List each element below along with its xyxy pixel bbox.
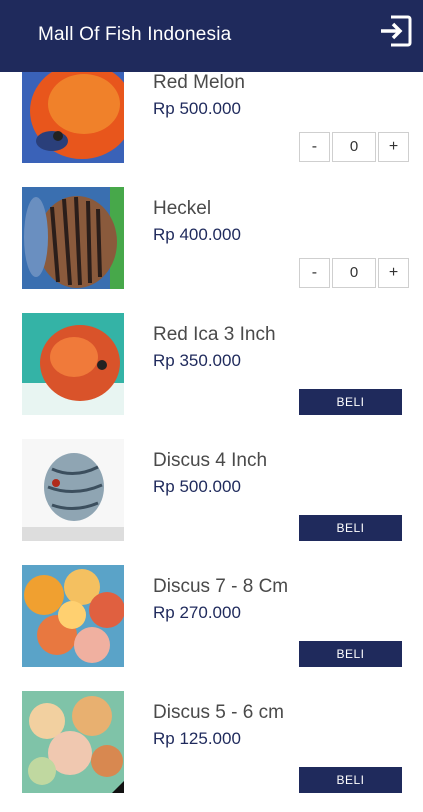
- buy-button[interactable]: BELI: [299, 767, 402, 793]
- increase-button[interactable]: +: [378, 132, 409, 162]
- product-price: Rp 500.000: [153, 477, 241, 496]
- product-item[interactable]: Heckel Rp 400.000 - 0 +: [0, 182, 423, 308]
- product-price: Rp 125.000: [153, 729, 241, 748]
- product-image: [22, 691, 124, 793]
- buy-button[interactable]: BELI: [299, 641, 402, 667]
- quantity-stepper[interactable]: - 0 +: [299, 132, 409, 162]
- product-price: Rp 270.000: [153, 603, 241, 622]
- quantity-value[interactable]: 0: [331, 132, 377, 162]
- product-price: Rp 350.000: [153, 351, 241, 370]
- increase-button[interactable]: +: [378, 258, 409, 288]
- buy-button[interactable]: BELI: [299, 515, 402, 541]
- product-price: Rp 500.000: [153, 99, 241, 118]
- product-image: [22, 187, 124, 289]
- product-name: Discus 5 - 6 cm: [153, 702, 284, 723]
- product-image: [22, 313, 124, 415]
- decrease-button[interactable]: -: [299, 132, 330, 162]
- decrease-button[interactable]: -: [299, 258, 330, 288]
- product-name: Red Melon: [153, 72, 245, 93]
- app-bar: Mall Of Fish Indonesia: [0, 0, 423, 72]
- product-item[interactable]: Discus 5 - 6 cm Rp 125.000 BELI: [0, 686, 423, 812]
- product-image: [22, 439, 124, 541]
- product-name: Discus 4 Inch: [153, 450, 268, 471]
- buy-button[interactable]: BELI: [299, 389, 402, 415]
- product-name: Red Ica 3 Inch: [153, 324, 276, 345]
- product-name: Discus 7 - 8 Cm: [153, 576, 289, 597]
- product-item[interactable]: Discus 7 - 8 Cm Rp 270.000 BELI: [0, 560, 423, 686]
- product-item[interactable]: Red Melon Rp 500.000 - 0 +: [0, 56, 423, 182]
- product-name: Heckel: [153, 198, 212, 219]
- app-title: Mall Of Fish Indonesia: [38, 24, 232, 45]
- product-item[interactable]: Discus 4 Inch Rp 500.000 BELI: [0, 434, 423, 560]
- quantity-stepper[interactable]: - 0 +: [299, 258, 409, 288]
- product-image: [22, 66, 124, 163]
- product-price: Rp 400.000: [153, 225, 241, 244]
- product-image: [22, 565, 124, 667]
- logout-icon[interactable]: [379, 14, 413, 48]
- quantity-value[interactable]: 0: [331, 258, 377, 288]
- product-item[interactable]: Red Ica 3 Inch Rp 350.000 BELI: [0, 308, 423, 434]
